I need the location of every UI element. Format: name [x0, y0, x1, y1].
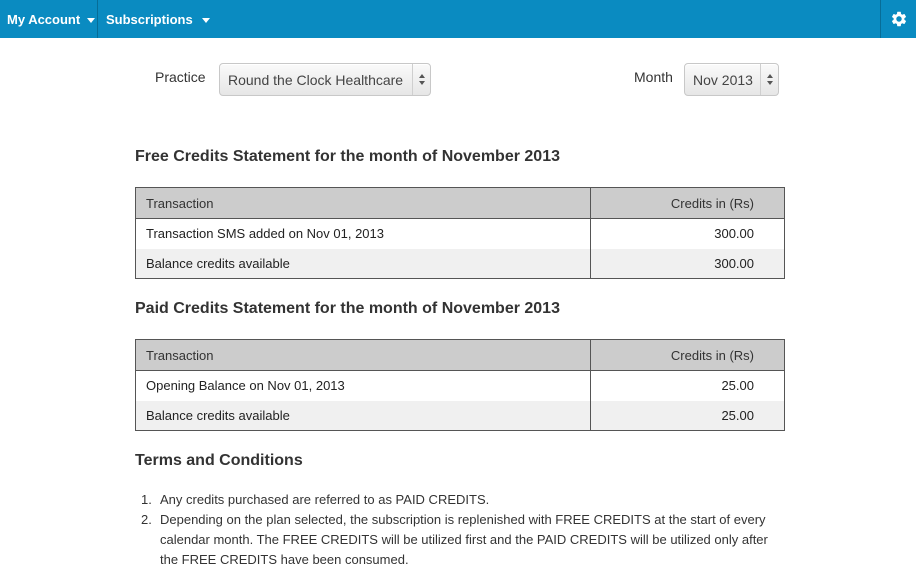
- top-navbar: My Account Subscriptions: [0, 0, 916, 38]
- practice-select[interactable]: Round the Clock Healthcare: [219, 63, 431, 96]
- transaction-cell: Transaction SMS added on Nov 01, 2013: [135, 218, 591, 249]
- month-select-value: Nov 2013: [693, 71, 753, 88]
- updown-arrows-icon: [412, 64, 430, 95]
- transaction-cell: Balance credits available: [135, 248, 591, 279]
- free-credits-table: Transaction Credits in (Rs) Transaction …: [135, 187, 785, 279]
- my-account-label: My Account: [7, 11, 81, 27]
- list-item-number: 1.: [141, 492, 152, 507]
- col-header-transaction: Transaction: [135, 339, 591, 371]
- practice-select-value: Round the Clock Healthcare: [228, 71, 404, 88]
- col-header-credits: Credits in (Rs): [590, 339, 785, 371]
- credits-cell: 25.00: [590, 400, 785, 431]
- terms-title: Terms and Conditions: [135, 452, 303, 469]
- list-item-text: Depending on the plan selected, the subs…: [160, 512, 768, 567]
- transaction-cell: Balance credits available: [135, 400, 591, 431]
- list-item: 1. Any credits purchased are referred to…: [135, 490, 785, 510]
- list-item-number: 2.: [141, 512, 152, 527]
- gear-icon: [891, 11, 906, 27]
- paid-credits-table: Transaction Credits in (Rs) Opening Bala…: [135, 339, 785, 431]
- updown-arrows-icon: [760, 64, 778, 95]
- free-statement-title: Free Credits Statement for the month of …: [135, 148, 560, 165]
- col-header-transaction: Transaction: [135, 187, 591, 219]
- caret-down-icon: [201, 17, 210, 23]
- practice-label: Practice: [155, 69, 206, 85]
- nav-divider: [97, 0, 98, 38]
- col-header-credits: Credits in (Rs): [590, 187, 785, 219]
- table-row: Balance credits available 300.00: [135, 248, 785, 279]
- subscriptions-label: Subscriptions: [106, 11, 193, 27]
- list-item: 2. Depending on the plan selected, the s…: [135, 510, 785, 570]
- transaction-cell: Opening Balance on Nov 01, 2013: [135, 370, 591, 401]
- table-header-row: Transaction Credits in (Rs): [135, 187, 785, 219]
- table-row: Transaction SMS added on Nov 01, 2013 30…: [135, 218, 785, 249]
- month-select[interactable]: Nov 2013: [684, 63, 779, 96]
- caret-down-icon: [87, 17, 96, 23]
- table-row: Balance credits available 25.00: [135, 400, 785, 431]
- list-item-text: Any credits purchased are referred to as…: [160, 492, 490, 507]
- terms-list: 1. Any credits purchased are referred to…: [135, 490, 785, 570]
- credits-cell: 300.00: [590, 248, 785, 279]
- my-account-menu[interactable]: My Account: [7, 0, 96, 38]
- credits-cell: 300.00: [714, 226, 754, 242]
- table-header-row: Transaction Credits in (Rs): [135, 339, 785, 371]
- settings-button[interactable]: [880, 0, 916, 38]
- credits-cell: 25.00: [721, 378, 754, 394]
- subscriptions-menu[interactable]: Subscriptions: [106, 0, 210, 38]
- month-label: Month: [634, 69, 673, 85]
- paid-statement-title: Paid Credits Statement for the month of …: [135, 300, 560, 317]
- table-row: Opening Balance on Nov 01, 2013 25.00: [135, 370, 785, 401]
